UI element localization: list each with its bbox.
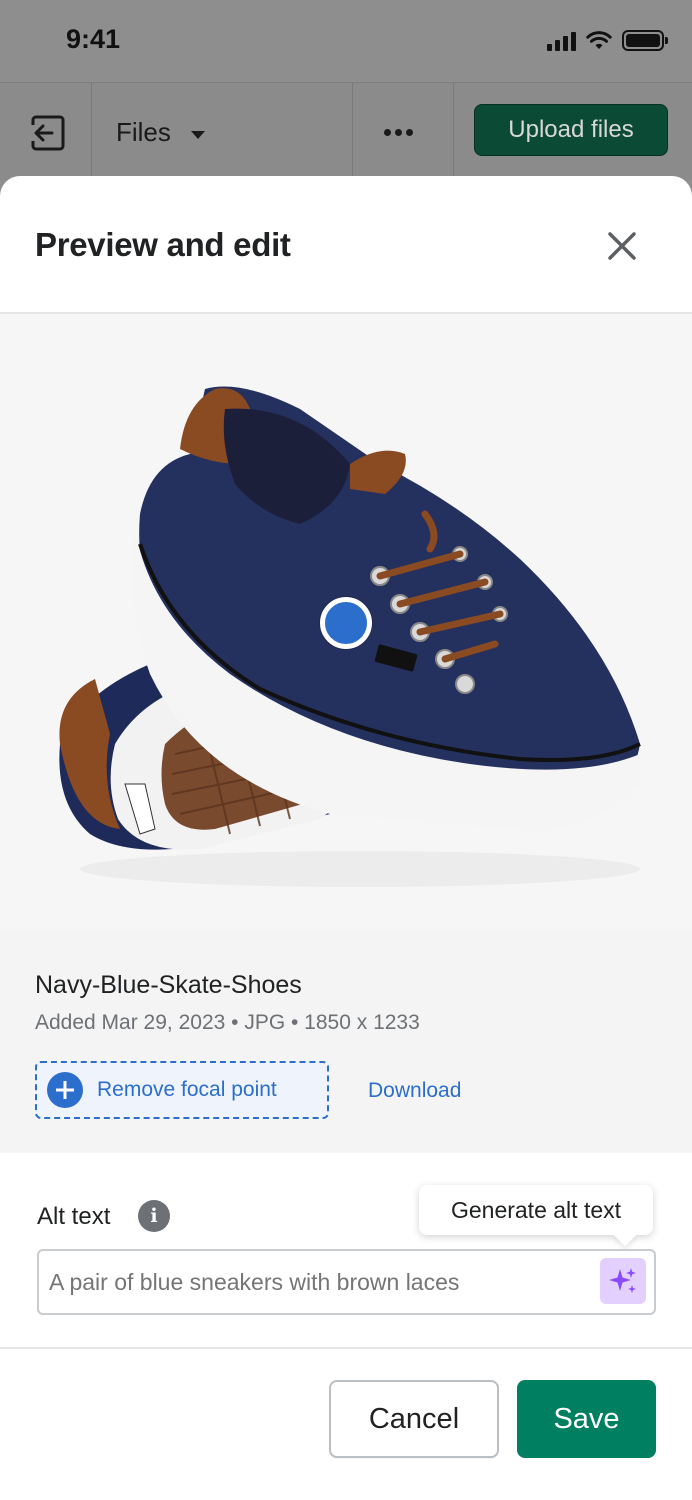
close-icon[interactable] <box>602 226 642 266</box>
image-preview[interactable] <box>0 314 692 931</box>
sparkle-icon <box>609 1268 636 1293</box>
more-actions-icon[interactable] <box>384 129 413 136</box>
caret-down-icon <box>190 130 205 139</box>
alt-text-section: Alt text i Generate alt text <box>0 1153 692 1349</box>
files-menu[interactable]: Files <box>116 117 205 148</box>
modal-footer: Cancel Save <box>0 1349 692 1497</box>
modal-header: Preview and edit <box>0 176 692 314</box>
file-meta: Added Mar 29, 2023 • JPG • 1850 x 1233 <box>35 1011 420 1034</box>
status-icons <box>547 30 668 51</box>
plus-circle-icon <box>47 1072 83 1108</box>
app-bar: Files Upload files <box>0 82 692 181</box>
generate-alt-text-tooltip: Generate alt text <box>419 1185 653 1235</box>
preview-edit-modal: Preview and edit Navy-Blue-Skate-Shoes A… <box>0 176 692 1500</box>
status-time: 9:41 <box>66 24 121 54</box>
alt-text-label: Alt text <box>37 1203 111 1230</box>
info-icon[interactable]: i <box>138 1200 170 1232</box>
upload-files-button[interactable]: Upload files <box>474 104 668 156</box>
wifi-icon <box>586 30 612 49</box>
focal-point-marker[interactable] <box>320 597 372 649</box>
status-bar: 9:41 <box>0 0 692 82</box>
file-details: Navy-Blue-Skate-Shoes Added Mar 29, 2023… <box>0 931 692 1153</box>
files-menu-label: Files <box>116 117 171 147</box>
generate-alt-text-button[interactable] <box>600 1258 646 1304</box>
battery-icon <box>622 30 668 51</box>
save-button[interactable]: Save <box>517 1380 656 1458</box>
remove-focal-point-button[interactable]: Remove focal point <box>35 1061 329 1119</box>
download-link[interactable]: Download <box>368 1079 461 1103</box>
exit-icon[interactable] <box>28 113 68 153</box>
cellular-signal-icon <box>547 31 576 51</box>
file-name: Navy-Blue-Skate-Shoes <box>35 971 302 999</box>
cancel-button[interactable]: Cancel <box>329 1380 499 1458</box>
remove-focal-point-label: Remove focal point <box>97 1078 277 1101</box>
alt-text-input[interactable] <box>37 1249 656 1315</box>
modal-title: Preview and edit <box>35 226 291 263</box>
